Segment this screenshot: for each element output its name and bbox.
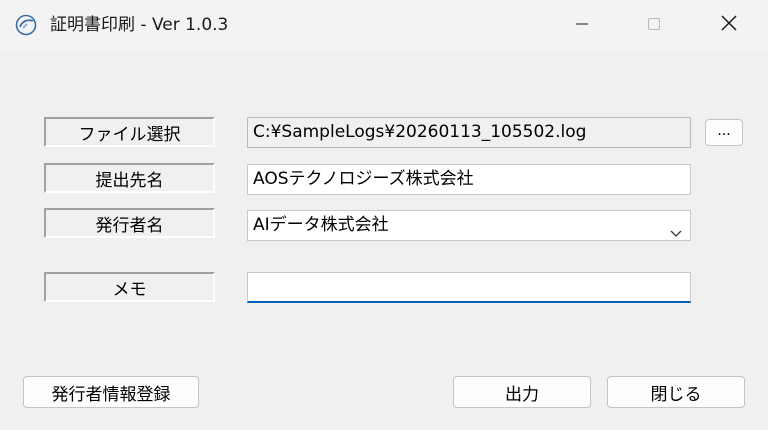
register-issuer-button[interactable]: 発行者情報登録 [23, 376, 199, 408]
minimize-icon [575, 16, 589, 35]
maximize-button [620, 0, 688, 50]
window-title: 証明書印刷 - Ver 1.0.3 [50, 15, 229, 35]
close-icon [720, 14, 738, 36]
minimize-button[interactable] [548, 0, 616, 50]
recipient-label: 提出先名 [44, 163, 215, 193]
title-bar[interactable]: 証明書印刷 - Ver 1.0.3 [0, 0, 768, 50]
issuer-selected-value: AIデータ株式会社 [253, 215, 389, 235]
maximize-icon [647, 16, 661, 35]
issuer-dropdown[interactable]: AIデータ株式会社 [247, 210, 691, 241]
memo-label: メモ [44, 272, 215, 302]
memo-input[interactable] [247, 272, 691, 303]
close-window-button[interactable] [695, 0, 763, 50]
app-icon [14, 13, 38, 37]
certificate-print-window: 証明書印刷 - Ver 1.0.3 ファイル選択 C:¥SampleLogs¥2… [0, 0, 768, 430]
recipient-input[interactable]: AOSテクノロジーズ株式会社 [247, 164, 691, 195]
output-button[interactable]: 出力 [453, 376, 591, 408]
close-button[interactable]: 閉じる [607, 376, 745, 408]
file-select-label: ファイル選択 [44, 117, 215, 147]
issuer-label: 発行者名 [44, 208, 215, 238]
chevron-down-icon [670, 220, 682, 237]
file-path-field: C:¥SampleLogs¥20260113_105502.log [247, 117, 691, 148]
browse-button[interactable]: ... [705, 119, 743, 146]
